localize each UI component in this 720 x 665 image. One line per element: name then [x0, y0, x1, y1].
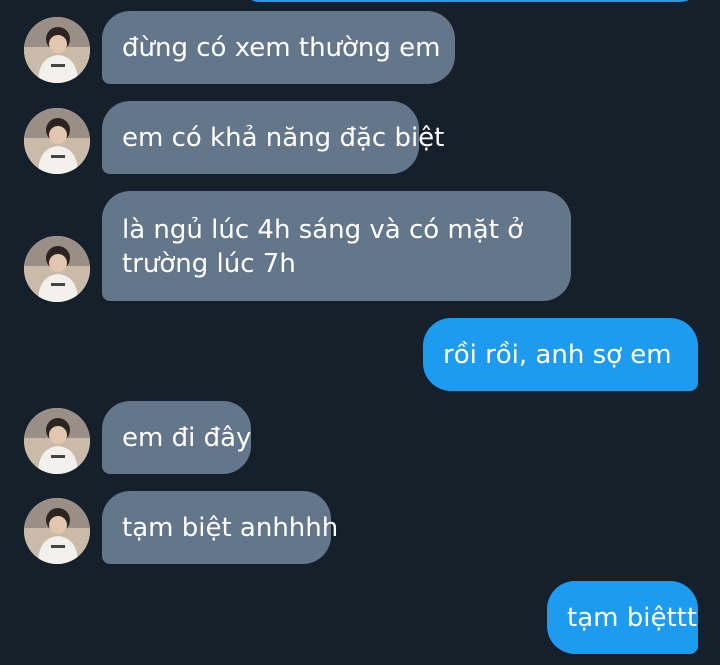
previous-outgoing-bubble-edge	[240, 0, 700, 2]
message-bubble-incoming[interactable]: em đi đây	[102, 401, 251, 474]
avatar[interactable]	[24, 108, 90, 174]
message-bubble-outgoing[interactable]: rồi rồi, anh sợ em	[423, 318, 698, 391]
message-bubble-incoming[interactable]: em có khả năng đặc biệt	[102, 101, 444, 174]
message-bubble-incoming[interactable]: đừng có xem thường em	[102, 11, 455, 84]
message-text: tạm biệttt	[567, 602, 698, 633]
message-text: rồi rồi, anh sợ em	[443, 339, 672, 370]
message-text: đừng có xem thường em	[122, 32, 441, 63]
avatar[interactable]	[24, 498, 90, 564]
message-text: là ngủ lúc 4h sáng và có mặt ở trường lú…	[122, 215, 524, 279]
message-bubble-outgoing[interactable]: tạm biệttt	[547, 581, 698, 654]
message-text: em có khả năng đặc biệt	[122, 122, 445, 153]
avatar[interactable]	[24, 408, 90, 474]
avatar[interactable]	[24, 236, 90, 302]
message-text: em đi đây	[122, 422, 252, 453]
message-bubble-incoming[interactable]: tạm biệt anhhhh	[102, 491, 338, 564]
message-bubble-incoming[interactable]: là ngủ lúc 4h sáng và có mặt ở trường lú…	[102, 191, 571, 301]
message-text: tạm biệt anhhhh	[122, 512, 339, 543]
avatar[interactable]	[24, 17, 90, 83]
